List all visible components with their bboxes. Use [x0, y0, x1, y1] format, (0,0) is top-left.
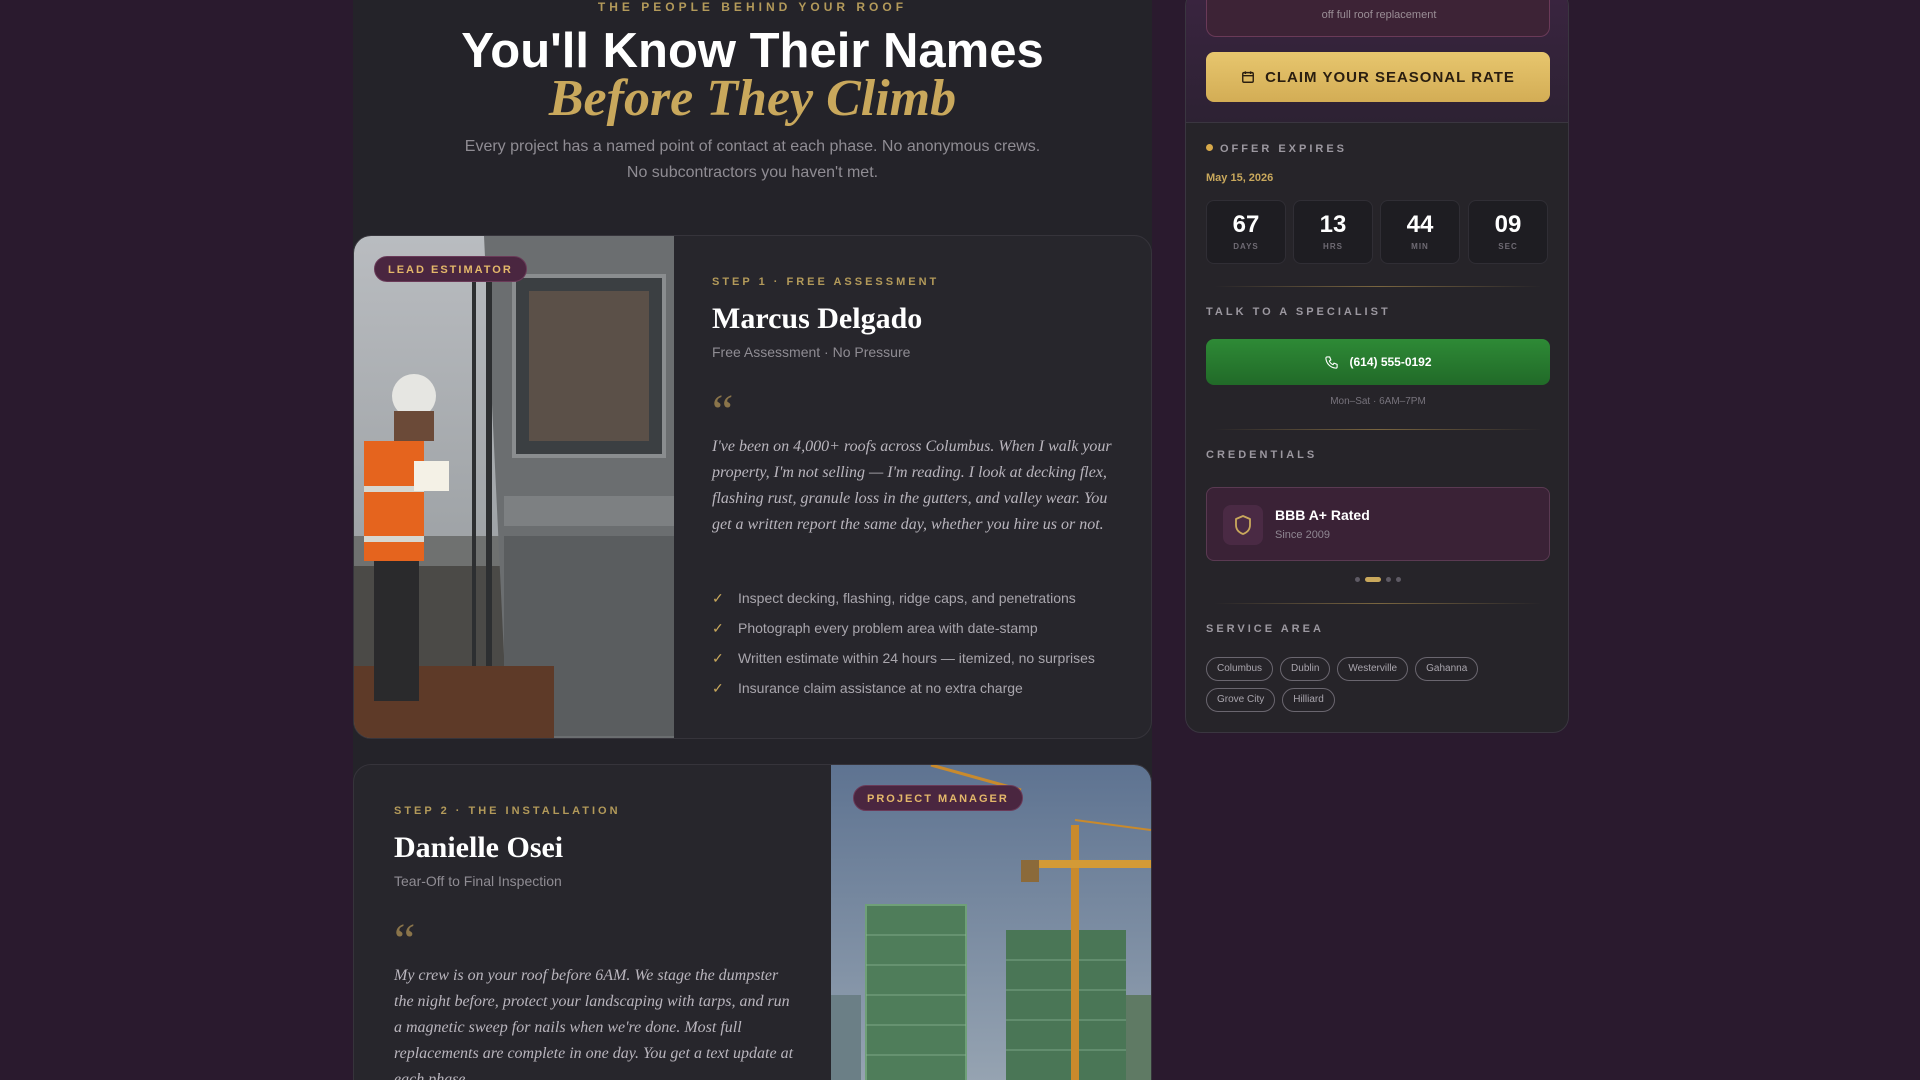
calendar-icon: [1242, 71, 1255, 83]
credential-card[interactable]: BBB A+ Rated Since 2009: [1206, 487, 1550, 561]
area-chip-hilliard[interactable]: Hilliard: [1282, 688, 1335, 712]
step-label: STEP 1 · FREE ASSESSMENT: [712, 276, 940, 288]
carousel-dot[interactable]: [1396, 577, 1401, 582]
countdown-seconds: 09 SEC: [1468, 200, 1548, 264]
credential-subtitle: Since 2009: [1275, 529, 1331, 541]
area-chip-columbus[interactable]: Columbus: [1206, 657, 1274, 681]
team-section: THE PEOPLE BEHIND YOUR ROOF You'll Know …: [353, 0, 1152, 1080]
phone-number: (614) 555-0192: [1349, 355, 1432, 369]
specialist-label: TALK TO A SPECIALIST: [1206, 306, 1391, 318]
person-quote: I've been on 4,000+ roofs across Columbu…: [712, 438, 1112, 533]
carousel-dot-active[interactable]: [1365, 577, 1381, 582]
team-card-estimator: LEAD ESTIMATOR STEP 1 · FREE ASSESSMENT …: [353, 235, 1152, 739]
shield-icon: [1223, 505, 1263, 545]
claim-rate-label: CLAIM YOUR SEASONAL RATE: [1265, 68, 1515, 86]
area-chip-dublin[interactable]: Dublin: [1280, 657, 1331, 681]
list-item: ✓ Insurance claim assistance at no extra …: [712, 679, 1023, 697]
role-badge: PROJECT MANAGER: [853, 785, 1023, 811]
offer-sidebar: off full roof replacement CLAIM YOUR SEA…: [1185, 0, 1569, 733]
call-button[interactable]: (614) 555-0192: [1206, 339, 1550, 385]
divider: [1214, 286, 1542, 287]
check-icon: ✓: [712, 679, 724, 696]
claim-rate-button[interactable]: CLAIM YOUR SEASONAL RATE: [1206, 52, 1550, 102]
promo-subtext: off full roof replacement: [1321, 9, 1437, 21]
credential-title: BBB A+ Rated: [1275, 507, 1370, 523]
check-icon: ✓: [712, 589, 724, 606]
checklist: ✓ Inspect decking, flashing, ridge caps, …: [712, 583, 1095, 703]
person-subtitle: Tear-Off to Final Inspection: [394, 873, 562, 889]
section-eyebrow: THE PEOPLE BEHIND YOUR ROOF: [597, 0, 908, 14]
team-card-manager: STEP 2 · THE INSTALLATION Danielle Osei …: [353, 764, 1152, 1080]
countdown-minutes: 44 MIN: [1380, 200, 1460, 264]
offer-date: May 15, 2026: [1206, 172, 1274, 184]
divider: [1214, 603, 1542, 604]
role-badge: LEAD ESTIMATOR: [374, 256, 527, 282]
list-item: ✓ Photograph every problem area with date…: [712, 619, 1038, 637]
countdown-days: 67 DAYS: [1206, 200, 1286, 264]
promo-area: off full roof replacement CLAIM YOUR SEA…: [1186, 0, 1568, 123]
business-hours: Mon–Sat · 6AM–7PM: [1330, 396, 1426, 407]
person-name: Marcus Delgado: [712, 302, 923, 335]
person-name: Danielle Osei: [394, 831, 564, 864]
service-area-list: Columbus Dublin Westerville Gahanna Grov…: [1206, 657, 1550, 712]
person-subtitle: Free Assessment · No Pressure: [712, 344, 911, 360]
live-dot-icon: [1206, 144, 1213, 151]
step-label: STEP 2 · THE INSTALLATION: [394, 805, 621, 817]
credentials-label: CREDENTIALS: [1206, 449, 1318, 461]
offer-expires-label: OFFER EXPIRES: [1206, 143, 1347, 155]
check-icon: ✓: [712, 649, 724, 666]
carousel-dots: [1186, 577, 1568, 582]
carousel-dot[interactable]: [1386, 577, 1391, 582]
area-chip-gahanna[interactable]: Gahanna: [1415, 657, 1479, 681]
service-area-label: SERVICE AREA: [1206, 623, 1324, 635]
construction-photo: [831, 765, 1151, 1080]
carousel-dot[interactable]: [1355, 577, 1360, 582]
list-item: ✓ Inspect decking, flashing, ridge caps, …: [712, 589, 1076, 607]
check-icon: ✓: [712, 619, 724, 636]
quote-mark-icon: “: [394, 914, 416, 967]
person-quote: My crew is on your roof before 6AM. We s…: [394, 967, 794, 1080]
phone-icon: [1325, 355, 1339, 369]
estimator-photo: [354, 236, 674, 738]
section-intro: Every project has a named point of conta…: [464, 138, 1041, 181]
divider: [1214, 429, 1542, 430]
promo-box: off full roof replacement: [1206, 0, 1550, 37]
countdown-hours: 13 HRS: [1293, 200, 1373, 264]
area-chip-westerville[interactable]: Westerville: [1337, 657, 1409, 681]
list-item: ✓ Written estimate within 24 hours — item…: [712, 649, 1095, 667]
area-chip-grove-city[interactable]: Grove City: [1206, 688, 1276, 712]
section-title-accent: Before They Climb: [548, 70, 957, 127]
quote-mark-icon: “: [712, 385, 734, 438]
